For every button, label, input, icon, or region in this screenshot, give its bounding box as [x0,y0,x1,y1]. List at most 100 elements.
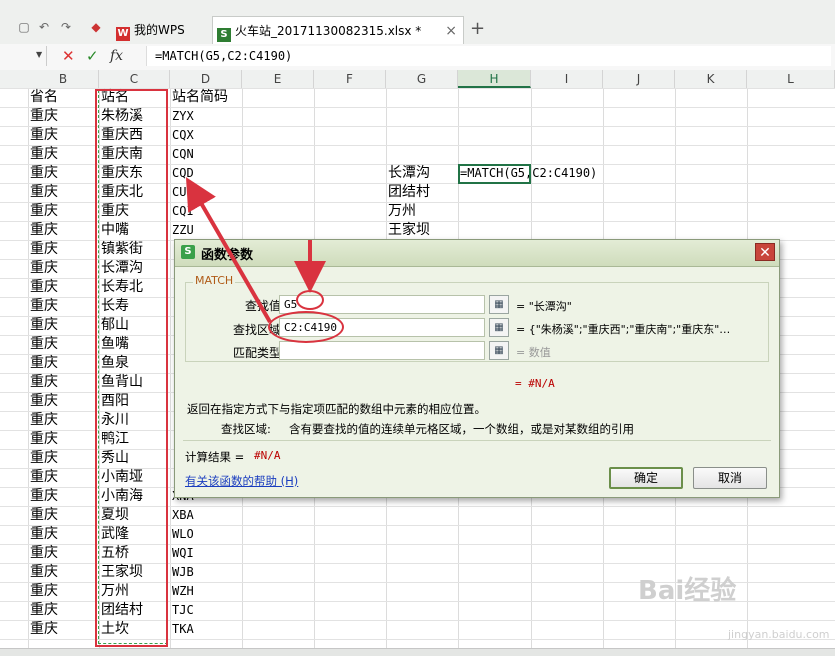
accept-formula-icon[interactable]: ✓ [86,47,99,65]
active-cell[interactable] [458,164,531,184]
province-cell[interactable]: 重庆 [30,164,58,183]
tab-label: 我的WPS [134,23,185,37]
chevron-down-icon[interactable]: ▼ [36,50,42,59]
annotation-ellipse [268,311,344,343]
column-header-d[interactable]: D [170,70,242,88]
lookup-station-cell[interactable]: 王家坝 [388,221,430,240]
function-help-link[interactable]: 有关该函数的帮助 (H) [185,473,298,489]
province-cell[interactable]: 重庆 [30,620,58,639]
province-cell[interactable]: 重庆 [30,335,58,354]
column-header-i[interactable]: I [531,70,603,88]
code-cell[interactable]: ZYX [172,107,194,126]
code-cell[interactable]: CQX [172,126,194,145]
dialog-title: 函数参数 [201,248,254,263]
match-type-label: 匹配类型 [232,346,281,360]
province-cell[interactable]: 重庆 [30,183,58,202]
wps-logo-icon: W [116,27,130,41]
wps-menu-icon[interactable]: ◆ [88,20,104,34]
lookup-station-cell[interactable]: 团结村 [388,183,430,202]
annotation-box [95,89,168,647]
column-header-b[interactable]: B [28,70,99,88]
province-cell[interactable]: 重庆 [30,316,58,335]
code-cell[interactable]: WLO [172,525,194,544]
province-cell[interactable]: 重庆 [30,563,58,582]
tab-my-wps[interactable]: W 我的WPS [112,16,212,44]
province-cell[interactable]: 重庆 [30,392,58,411]
code-cell[interactable]: WZH [172,582,194,601]
column-header-f[interactable]: F [314,70,386,88]
code-cell[interactable]: CU [172,183,186,202]
lookup-station-cell[interactable]: 万州 [388,202,416,221]
column-header-c[interactable]: C [99,70,170,88]
code-cell[interactable]: CQN [172,145,194,164]
function-arguments-dialog: S 函数参数 ✕ MATCH 查找值 G5 ▦ = "长潭沟" 查找区域 C2:… [174,239,780,498]
watermark-url: jingyan.baidu.com [728,628,830,641]
province-cell[interactable]: 重庆 [30,411,58,430]
redo-icon[interactable]: ↷ [58,20,74,34]
province-cell[interactable]: 重庆 [30,354,58,373]
code-cell[interactable]: WQI [172,544,194,563]
function-name: MATCH [193,274,236,287]
code-cell[interactable]: WJB [172,563,194,582]
column-header-j[interactable]: J [603,70,675,88]
province-cell[interactable]: 重庆 [30,278,58,297]
watermark-logo: Bai经验 [638,576,737,606]
code-cell[interactable]: CQI [172,202,194,221]
province-cell[interactable]: 重庆 [30,373,58,392]
province-cell[interactable]: 重庆 [30,449,58,468]
code-cell[interactable]: CQD [172,164,194,183]
province-cell[interactable]: 重庆 [30,506,58,525]
parameter-description: 含有要查找的值的连续单元格区域，一个数组，或是对某数组的引用 [289,422,634,436]
ok-button[interactable]: 确定 [609,467,683,489]
formula-bar: ▼ ✕ ✓ fx =MATCH(G5,C2:C4190) [0,44,835,71]
lookup-array-result: = {"朱杨溪";"重庆西";"重庆南";"重庆东"… [516,323,731,336]
province-cell[interactable]: 重庆 [30,525,58,544]
new-tab-button[interactable]: + [470,18,485,40]
undo-icon[interactable]: ↶ [36,20,52,34]
column-header-h[interactable]: H [458,70,531,88]
dialog-titlebar[interactable]: S 函数参数 ✕ [175,240,779,267]
wps-logo-icon: S [181,245,195,259]
province-cell[interactable]: 重庆 [30,582,58,601]
lookup-station-cell[interactable]: 长潭沟 [388,164,430,183]
province-cell[interactable]: 重庆 [30,544,58,563]
column-header-g[interactable]: G [386,70,458,88]
province-cell[interactable]: 重庆 [30,297,58,316]
header-cell[interactable]: 省名 [30,88,58,107]
tab-spreadsheet[interactable]: S 火车站_20171130082315.xlsx * × [212,16,464,44]
cancel-button[interactable]: 取消 [693,467,767,489]
column-header-l[interactable]: L [747,70,835,88]
column-headers: BCDEFGHIJKL [0,70,835,89]
province-cell[interactable]: 重庆 [30,145,58,164]
insert-function-icon[interactable]: fx [110,48,123,64]
column-header-k[interactable]: K [675,70,747,88]
province-cell[interactable]: 重庆 [30,468,58,487]
header-cell[interactable]: 站名简码 [172,88,228,107]
name-box[interactable]: ▼ [0,46,47,66]
match-type-input[interactable] [279,341,485,360]
cancel-formula-icon[interactable]: ✕ [62,47,75,65]
save-icon[interactable]: ▢ [16,20,32,34]
code-cell[interactable]: ZZU [172,221,194,240]
province-cell[interactable]: 重庆 [30,126,58,145]
province-cell[interactable]: 重庆 [30,107,58,126]
code-cell[interactable]: XBA [172,506,194,525]
code-cell[interactable]: TKA [172,620,194,639]
province-cell[interactable]: 重庆 [30,487,58,506]
lookup-value-label: 查找值 [244,299,281,313]
code-cell[interactable]: TJC [172,601,194,620]
province-cell[interactable]: 重庆 [30,259,58,278]
collapse-dialog-button[interactable]: ▦ [489,318,509,337]
province-cell[interactable]: 重庆 [30,221,58,240]
column-header-e[interactable]: E [242,70,314,88]
collapse-dialog-button[interactable]: ▦ [489,341,509,360]
province-cell[interactable]: 重庆 [30,601,58,620]
province-cell[interactable]: 重庆 [30,202,58,221]
province-cell[interactable]: 重庆 [30,430,58,449]
formula-result-inline: = #N/A [515,377,555,390]
formula-input[interactable]: =MATCH(G5,C2:C4190) [146,46,831,66]
collapse-dialog-button[interactable]: ▦ [489,295,509,314]
close-icon[interactable]: ✕ [755,243,775,261]
province-cell[interactable]: 重庆 [30,240,58,259]
close-icon[interactable]: × [445,17,457,45]
